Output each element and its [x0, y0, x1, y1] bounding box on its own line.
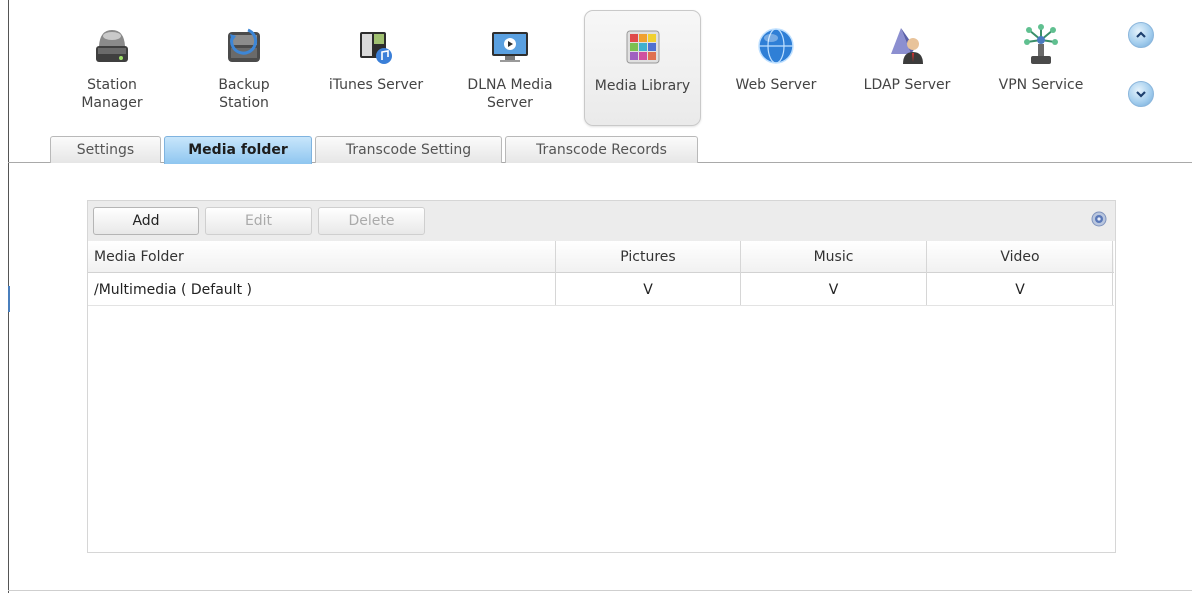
app-label: Backup Station [218, 77, 270, 111]
table-header: Media Folder Pictures Music Video [88, 241, 1114, 273]
app-dlna-media-server[interactable]: DLNA Media Server [455, 10, 565, 126]
tab-settings[interactable]: Settings [50, 136, 161, 163]
app-media-library[interactable]: Media Library [584, 10, 701, 126]
edit-button[interactable]: Edit [205, 207, 312, 235]
column-header-music[interactable]: Music [741, 241, 926, 272]
app-station-manager[interactable]: Station Manager [68, 10, 156, 126]
dlna-media-server-icon [488, 24, 532, 68]
web-server-icon [754, 24, 798, 68]
tab-transcode-setting[interactable]: Transcode Setting [315, 136, 502, 163]
app-label: Media Library [594, 78, 691, 94]
backup-station-icon [222, 24, 266, 68]
add-button[interactable]: Add [93, 207, 199, 235]
tab-media-folder[interactable]: Media folder [164, 136, 312, 164]
app-backup-station[interactable]: Backup Station [200, 10, 288, 126]
video-cell: V [1015, 282, 1025, 298]
station-manager-icon [90, 24, 134, 68]
help-icon[interactable] [1091, 211, 1107, 227]
scroll-up-button[interactable] [1128, 22, 1154, 48]
app-label: DLNA Media Server [467, 77, 553, 111]
app-label: Web Server [735, 77, 817, 93]
media-folder-cell: /Multimedia ( Default ) [94, 282, 252, 298]
table-row[interactable]: /Multimedia ( Default ) V V V [88, 273, 1114, 306]
app-label: VPN Service [998, 77, 1084, 93]
app-web-server[interactable]: Web Server [724, 10, 828, 126]
scroll-down-button[interactable] [1128, 81, 1154, 107]
app-label: iTunes Server [328, 77, 424, 93]
app-ldap-server[interactable]: LDAP Server [852, 10, 962, 126]
side-indicator [8, 286, 10, 312]
app-itunes-server[interactable]: iTunes Server [318, 10, 434, 126]
app-label: Station Manager [81, 77, 143, 111]
bottom-border [8, 590, 1192, 591]
media-library-icon [621, 25, 665, 69]
app-vpn-service[interactable]: VPN Service [988, 10, 1094, 126]
itunes-server-icon [354, 24, 398, 68]
column-header-pictures[interactable]: Pictures [556, 241, 740, 272]
column-header-media-folder[interactable]: Media Folder [94, 241, 554, 272]
vpn-service-icon [1019, 24, 1063, 68]
chevron-down-icon [1136, 91, 1146, 98]
tab-transcode-records[interactable]: Transcode Records [505, 136, 698, 163]
column-header-video[interactable]: Video [927, 241, 1113, 272]
ldap-server-icon [885, 24, 929, 68]
delete-button[interactable]: Delete [318, 207, 425, 235]
pictures-cell: V [643, 282, 653, 298]
chevron-up-icon [1136, 31, 1146, 38]
music-cell: V [828, 282, 839, 298]
app-label: LDAP Server [863, 77, 951, 93]
